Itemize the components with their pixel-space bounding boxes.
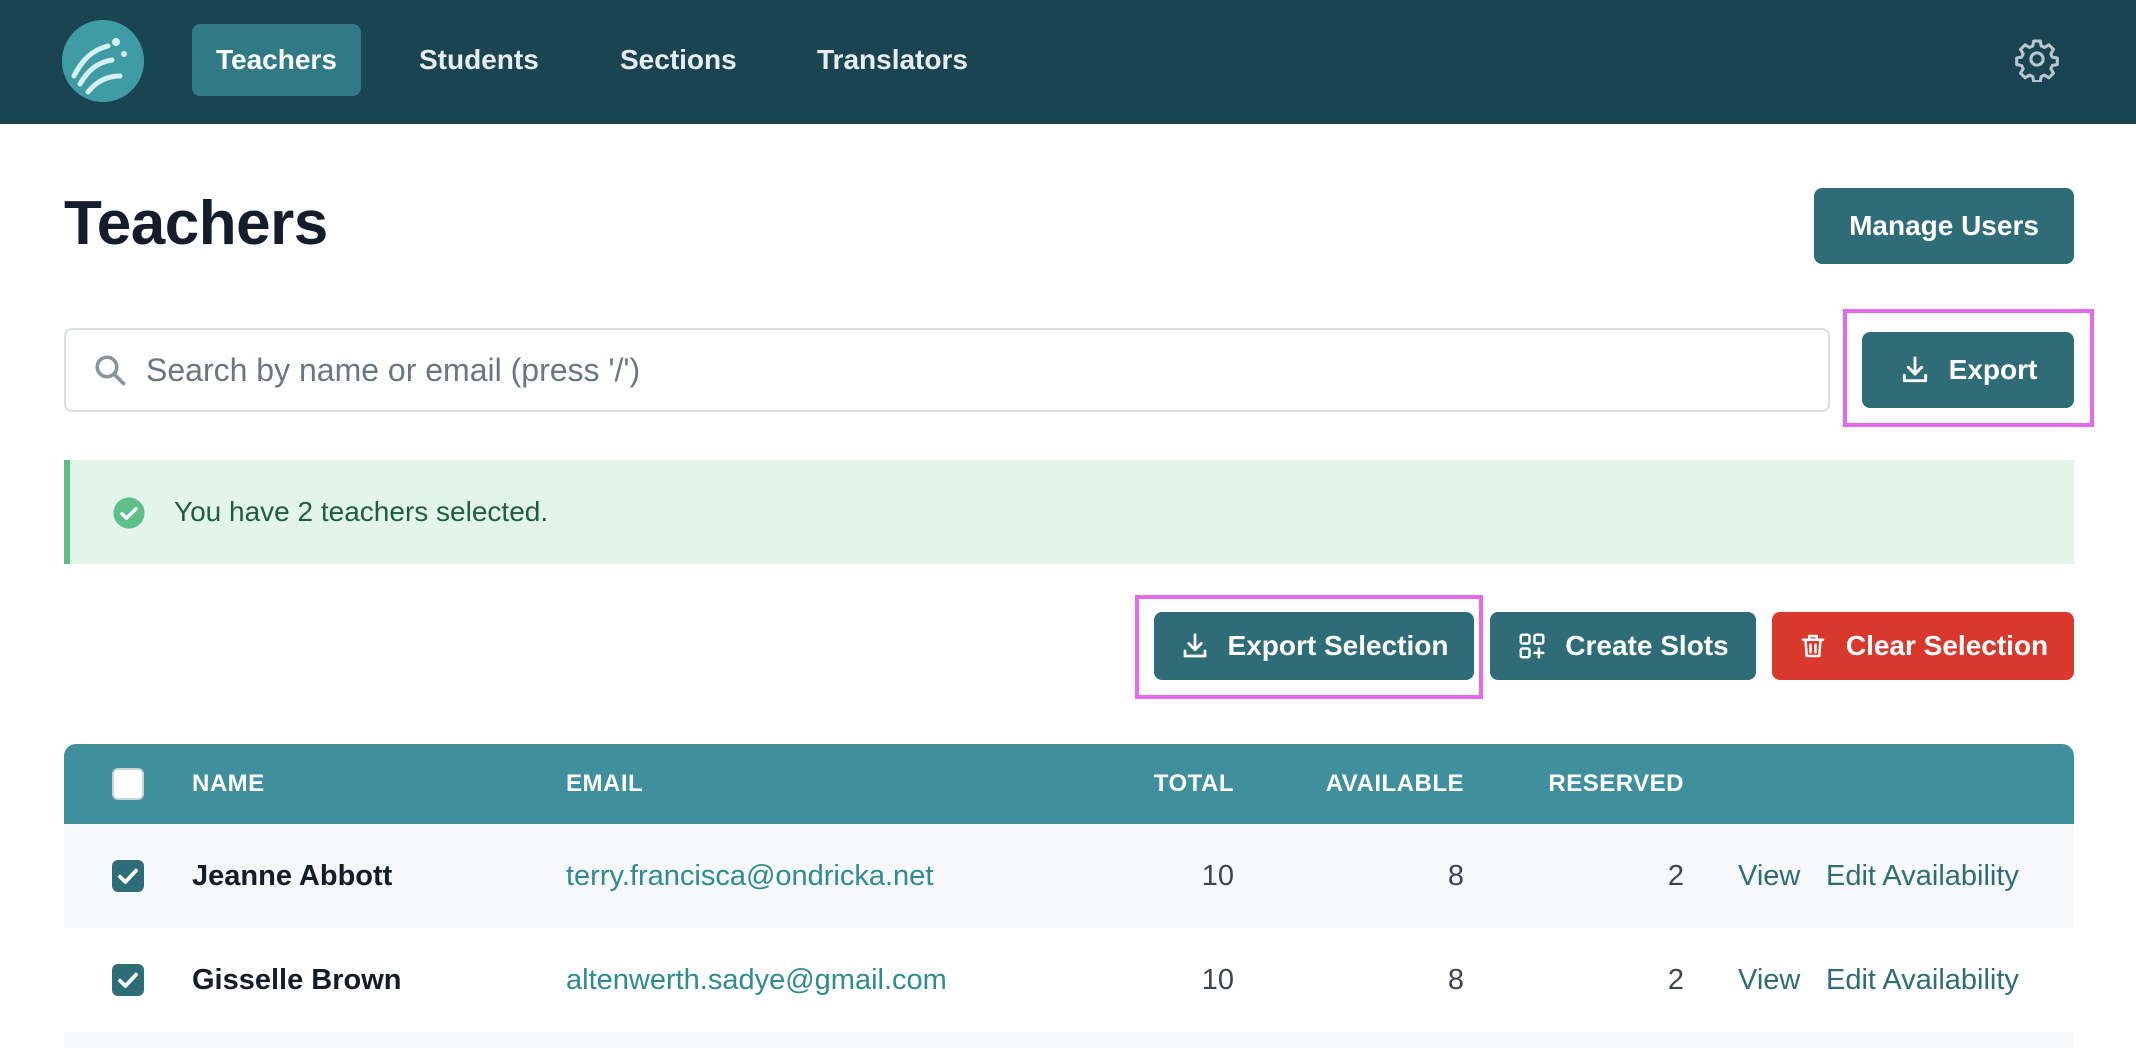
reserved-count: 2 xyxy=(1667,860,1684,892)
view-link[interactable]: View xyxy=(1738,928,1800,1032)
edit-availability-link[interactable]: Edit Availability xyxy=(1826,928,2019,1032)
export-button[interactable]: Export xyxy=(1862,332,2074,408)
available-count: 8 xyxy=(1447,860,1464,892)
teacher-email[interactable]: terry.francisca@ondricka.net xyxy=(566,824,933,928)
search-box[interactable] xyxy=(64,328,1830,412)
alert-text: You have 2 teachers selected. xyxy=(174,496,549,527)
column-header-available[interactable]: AVAILABLE xyxy=(1250,744,1464,824)
teacher-name: Gisselle Brown xyxy=(192,964,402,996)
selection-alert: You have 2 teachers selected. xyxy=(64,460,2074,564)
search-input[interactable] xyxy=(146,330,1806,410)
create-slots-label: Create Slots xyxy=(1565,630,1729,661)
trash-icon xyxy=(1801,634,1825,658)
table-row: Jeanne Abbott terry.francisca@ondricka.n… xyxy=(64,824,2074,928)
select-all-checkbox[interactable] xyxy=(112,768,144,800)
search-icon xyxy=(92,352,128,388)
reserved-count: 2 xyxy=(1667,964,1684,996)
nav-tab-sections[interactable]: Sections xyxy=(596,24,761,96)
gear-icon[interactable] xyxy=(2014,36,2060,84)
grid-plus-icon xyxy=(1519,633,1545,659)
manage-users-label: Manage Users xyxy=(1849,210,2039,241)
clear-selection-button[interactable]: Clear Selection xyxy=(1772,612,2074,680)
row-checkbox[interactable] xyxy=(112,860,144,892)
total-count: 10 xyxy=(1201,964,1234,996)
check-circle-icon xyxy=(112,496,146,530)
available-count: 8 xyxy=(1447,964,1464,996)
column-header-total[interactable]: TOTAL xyxy=(1092,744,1234,824)
clear-selection-label: Clear Selection xyxy=(1845,630,2049,661)
table-row xyxy=(64,1032,2074,1048)
column-header-email[interactable]: EMAIL xyxy=(566,744,643,824)
edit-availability-link[interactable]: Edit Availability xyxy=(1826,824,2019,928)
nav-tab-translators[interactable]: Translators xyxy=(793,24,992,96)
download-icon xyxy=(1902,356,1927,383)
teacher-name: Jeanne Abbott xyxy=(192,860,393,892)
table-row: Gisselle Brown altenwerth.sadye@gmail.co… xyxy=(64,928,2074,1032)
teacher-email[interactable]: altenwerth.sadye@gmail.com xyxy=(566,928,947,1032)
row-checkbox[interactable] xyxy=(112,964,144,996)
create-slots-button[interactable]: Create Slots xyxy=(1490,612,1756,680)
nav-tab-students[interactable]: Students xyxy=(395,24,563,96)
column-header-reserved[interactable]: RESERVED xyxy=(1484,744,1684,824)
column-header-name[interactable]: NAME xyxy=(192,744,265,824)
total-count: 10 xyxy=(1201,860,1234,892)
nav-tab-teachers[interactable]: Teachers xyxy=(192,24,361,96)
download-icon xyxy=(1183,633,1206,658)
table-header: NAME EMAIL TOTAL AVAILABLE RESERVED xyxy=(64,744,2074,824)
top-nav: Teachers Students Sections Translators xyxy=(0,0,2136,124)
export-label: Export xyxy=(1948,354,2038,385)
export-selection-label: Export Selection xyxy=(1227,630,1449,661)
view-link[interactable]: View xyxy=(1738,824,1800,928)
page-title: Teachers xyxy=(64,189,328,258)
manage-users-button[interactable]: Manage Users xyxy=(1814,188,2074,264)
wave-logo-icon[interactable] xyxy=(62,20,144,102)
export-selection-button[interactable]: Export Selection xyxy=(1154,612,1474,680)
